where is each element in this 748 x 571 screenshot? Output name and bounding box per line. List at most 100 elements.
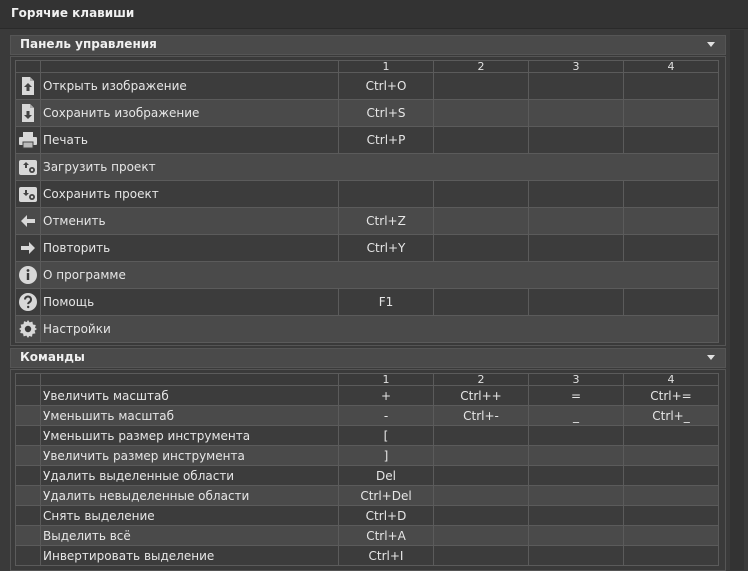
row-label: Удалить выделенные области	[40, 465, 339, 486]
shortcut-cell-4[interactable]	[623, 234, 719, 262]
column-header-4: 4	[623, 373, 719, 386]
shortcut-cell-4[interactable]	[623, 545, 719, 566]
shortcut-cell-2[interactable]	[433, 180, 529, 208]
row-label: Инвертировать выделение	[40, 545, 339, 566]
shortcut-cell-4[interactable]	[623, 425, 719, 446]
shortcut-cell-3[interactable]	[528, 234, 624, 262]
table-row[interactable]: Увеличить масштаб + Ctrl++ = Ctrl+=	[15, 385, 719, 406]
shortcut-cell-2[interactable]	[433, 99, 529, 127]
shortcut-cell-4[interactable]	[623, 72, 719, 100]
table-row[interactable]: Уменьшить масштаб - Ctrl+- _ Ctrl+_	[15, 405, 719, 426]
shortcut-cell-1[interactable]: F1	[338, 288, 434, 316]
shortcut-cell-2[interactable]	[433, 207, 529, 235]
shortcut-cell-2[interactable]	[433, 72, 529, 100]
table-row[interactable]: Отменить Ctrl+Z	[15, 207, 719, 235]
shortcut-cell-1[interactable]: +	[338, 385, 434, 406]
shortcut-cell-2[interactable]	[433, 505, 529, 526]
shortcut-cell-3[interactable]: =	[528, 385, 624, 406]
shortcut-cell-2[interactable]	[433, 425, 529, 446]
table-row[interactable]: Снять выделение Ctrl+D	[15, 505, 719, 526]
shortcut-cell-1[interactable]: Ctrl+S	[338, 99, 434, 127]
control-panel-table: 1 2 3 4 Открыть изображение Ctrl+O Сохрани…	[15, 60, 719, 343]
shortcut-cell-1[interactable]: Ctrl+Y	[338, 234, 434, 262]
shortcut-cell-4[interactable]	[623, 288, 719, 316]
shortcut-cell-4[interactable]: Ctrl+=	[623, 385, 719, 406]
shortcut-cell-2[interactable]	[433, 525, 529, 546]
row-icon-cell	[15, 505, 41, 526]
shortcut-cell-3[interactable]	[528, 465, 624, 486]
shortcut-cell-3[interactable]	[528, 425, 624, 446]
chevron-down-icon[interactable]	[707, 355, 715, 360]
shortcut-cell-4[interactable]	[623, 207, 719, 235]
shortcut-cell-1[interactable]: Ctrl+Z	[338, 207, 434, 235]
shortcut-cell-1[interactable]	[338, 180, 434, 208]
shortcut-cell-4[interactable]	[623, 525, 719, 546]
table-row[interactable]: Открыть изображение Ctrl+O	[15, 72, 719, 100]
row-label: Отменить	[40, 207, 339, 235]
shortcut-cell-2[interactable]	[433, 445, 529, 466]
shortcut-cell-1[interactable]: ]	[338, 445, 434, 466]
table-row[interactable]: Увеличить размер инструмента]	[15, 445, 719, 466]
shortcut-cell-3[interactable]	[528, 207, 624, 235]
shortcut-cell-1[interactable]: Ctrl+A	[338, 525, 434, 546]
shortcut-cell-3[interactable]	[528, 288, 624, 316]
shortcut-cell-1[interactable]: -	[338, 405, 434, 426]
table-row[interactable]: Печать Ctrl+P	[15, 126, 719, 154]
table-row[interactable]: О программе	[15, 261, 719, 289]
table-row[interactable]: Выделить всё Ctrl+A	[15, 525, 719, 546]
table-row[interactable]: Уменьшить размер инструмента[	[15, 425, 719, 446]
shortcut-cell-1[interactable]: [	[338, 425, 434, 446]
shortcut-cell-3[interactable]	[528, 99, 624, 127]
column-header-2: 2	[433, 60, 529, 73]
shortcut-cell-4[interactable]	[623, 445, 719, 466]
table-row[interactable]: Сохранить изображение Ctrl+S	[15, 99, 719, 127]
shortcut-cell-2[interactable]	[433, 234, 529, 262]
row-icon-cell	[15, 261, 41, 289]
shortcut-cell-2[interactable]	[433, 126, 529, 154]
table-row[interactable]: Удалить невыделенные области Ctrl+Del	[15, 485, 719, 506]
shortcut-cell-2[interactable]: Ctrl+-	[433, 405, 529, 426]
table-row[interactable]: Загрузить проект	[15, 153, 719, 181]
shortcut-cell-1[interactable]: Ctrl+I	[338, 545, 434, 566]
shortcut-cell-4[interactable]	[623, 180, 719, 208]
table-row[interactable]: Удалить выделенные области Del	[15, 465, 719, 486]
shortcut-cell-1[interactable]: Ctrl+P	[338, 126, 434, 154]
commands-shortcuts: 1 2 3 4 Увеличить масштаб + Ctrl++ = Ctrl+= У…	[10, 369, 726, 571]
scrollbar[interactable]	[730, 30, 744, 570]
shortcut-cell-3[interactable]	[528, 72, 624, 100]
shortcut-cell-3[interactable]	[528, 545, 624, 566]
shortcut-cell-3[interactable]	[528, 505, 624, 526]
shortcut-cell-4[interactable]: Ctrl+_	[623, 405, 719, 426]
shortcut-cell-4[interactable]	[623, 99, 719, 127]
table-row[interactable]: Инвертировать выделение Ctrl+I	[15, 545, 719, 566]
shortcut-cell-1[interactable]: Ctrl+Del	[338, 485, 434, 506]
shortcut-cell-4[interactable]	[623, 126, 719, 154]
column-header-3: 3	[528, 373, 624, 386]
shortcut-cell-3[interactable]	[528, 445, 624, 466]
shortcut-cell-2[interactable]: Ctrl++	[433, 385, 529, 406]
shortcut-cell-2[interactable]	[433, 288, 529, 316]
shortcut-cell-3[interactable]: _	[528, 405, 624, 426]
shortcut-cell-4[interactable]	[623, 485, 719, 506]
shortcut-cell-2[interactable]	[433, 465, 529, 486]
shortcut-cell-4[interactable]	[623, 505, 719, 526]
row-icon-cell	[15, 207, 41, 235]
shortcut-cell-2[interactable]	[433, 485, 529, 506]
shortcut-cell-2[interactable]	[433, 545, 529, 566]
table-row[interactable]: Помощь F1	[15, 288, 719, 316]
shortcut-cell-3[interactable]	[528, 525, 624, 546]
shortcut-cell-3[interactable]	[528, 485, 624, 506]
chevron-down-icon[interactable]	[707, 42, 715, 47]
section-header-commands[interactable]: Команды	[10, 348, 726, 368]
table-row[interactable]: Настройки	[15, 315, 719, 343]
shortcut-cell-3[interactable]	[528, 180, 624, 208]
table-row[interactable]: Сохранить проект	[15, 180, 719, 208]
shortcut-cell-1[interactable]: Del	[338, 465, 434, 486]
shortcut-cell-4[interactable]	[623, 465, 719, 486]
table-row[interactable]: Повторить Ctrl+Y	[15, 234, 719, 262]
section-header-control-panel[interactable]: Панель управления	[10, 35, 726, 55]
shortcut-cell-1[interactable]: Ctrl+D	[338, 505, 434, 526]
shortcut-cell-3[interactable]	[528, 126, 624, 154]
window-titlebar: Горячие клавиши	[0, 0, 748, 29]
shortcut-cell-1[interactable]: Ctrl+O	[338, 72, 434, 100]
